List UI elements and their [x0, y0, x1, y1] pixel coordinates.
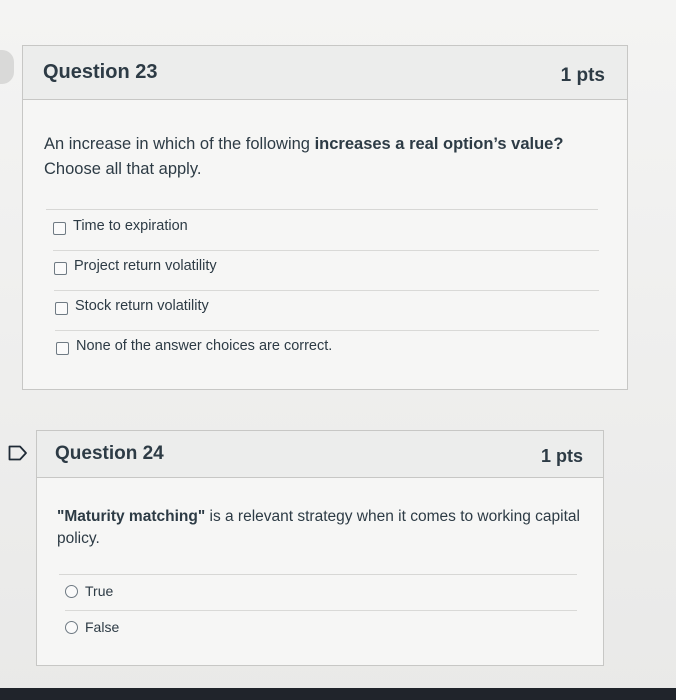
flag-outline-icon[interactable] [8, 445, 28, 461]
question-24-prompt: "Maturity matching" is a relevant strate… [57, 506, 587, 550]
checkbox[interactable] [55, 302, 68, 315]
checkbox[interactable] [53, 222, 66, 235]
question-23-prompt-instruction: Choose all that apply. [44, 160, 202, 178]
question-23-prompt-text: An increase in which of the following [44, 135, 315, 153]
answer-label: False [85, 619, 120, 635]
answer-option[interactable]: True [65, 575, 577, 611]
answer-option[interactable]: Stock return volatility [55, 291, 599, 331]
answer-option[interactable]: None of the answer choices are correct. [56, 331, 599, 371]
answer-option[interactable]: Project return volatility [54, 251, 599, 291]
answer-label: True [85, 583, 114, 599]
question-24-prompt-emphasis: "Maturity matching" [57, 508, 206, 525]
bottom-bar [0, 688, 676, 700]
answer-option[interactable]: False [65, 611, 577, 647]
question-23-prompt: An increase in which of the following in… [44, 132, 584, 182]
answer-label: Time to expiration [73, 218, 188, 234]
answer-option[interactable]: Time to expiration [53, 211, 599, 251]
question-23-prompt-emphasis: increases a real option’s value? [314, 135, 564, 153]
question-24-title: Question 24 [55, 443, 164, 464]
radio-button[interactable] [65, 585, 78, 598]
question-23-title: Question 23 [43, 61, 158, 83]
question-23-points: 1 pts [560, 65, 605, 86]
question-23-answers-divider [46, 209, 598, 210]
question-24-points: 1 pts [540, 446, 583, 466]
question-23-card: Question 23 1 pts An increase in which o… [22, 45, 628, 390]
answer-label: None of the answer choices are correct. [76, 338, 333, 354]
radio-button[interactable] [65, 621, 78, 634]
question-24-header: Question 24 1 pts [37, 431, 603, 478]
checkbox[interactable] [56, 342, 69, 355]
answer-label: Project return volatility [74, 258, 217, 274]
question-24-card: Question 24 1 pts "Maturity matching" is… [36, 430, 604, 666]
checkbox[interactable] [54, 262, 67, 275]
question-23-header: Question 23 1 pts [23, 46, 627, 100]
answer-label: Stock return volatility [75, 298, 209, 314]
